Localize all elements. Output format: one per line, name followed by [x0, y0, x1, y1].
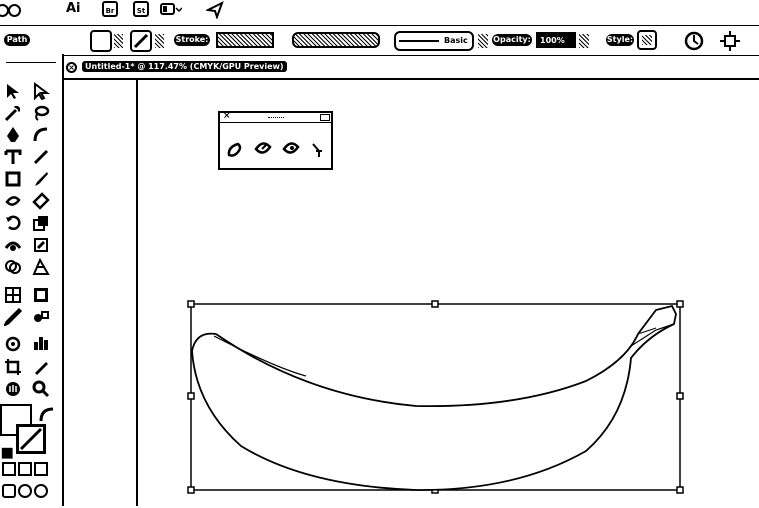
paintbrush-tool-icon[interactable] [32, 170, 50, 188]
eraser-tool-icon[interactable] [32, 192, 50, 210]
type-tool-icon[interactable] [4, 148, 22, 166]
recolor-artwork-icon[interactable] [684, 31, 704, 51]
fill-dropdown[interactable] [114, 34, 123, 48]
draw-normal-button[interactable] [2, 484, 16, 498]
graphic-style-swatch[interactable] [637, 30, 657, 50]
stock-button[interactable]: St [133, 1, 149, 17]
panel-grip [268, 117, 284, 120]
handle-top-left[interactable] [187, 300, 195, 308]
selection-tool-icon[interactable] [4, 82, 22, 100]
tools-panel-header[interactable] [6, 54, 56, 63]
color-mode-button[interactable] [2, 462, 16, 476]
smooth-tool-icon[interactable] [282, 139, 300, 157]
swap-fill-stroke-icon[interactable] [38, 406, 54, 422]
none-mode-button[interactable] [34, 462, 48, 476]
floating-tools-panel[interactable]: × [218, 111, 333, 170]
stroke-dropdown[interactable] [155, 34, 164, 48]
artboard-tool-icon[interactable] [4, 358, 22, 376]
opacity-field[interactable]: 100% [536, 32, 576, 48]
zoom-tool-icon[interactable] [32, 380, 50, 398]
none-slash-icon [19, 427, 43, 451]
stroke-color-swatch[interactable] [16, 424, 46, 454]
document-tab-title: Untitled-1* @ 117.47% (CMYK/GPU Preview) [82, 61, 287, 72]
shaper-brush-tool-icon[interactable] [254, 139, 272, 157]
column-graph-tool-icon[interactable] [32, 334, 50, 352]
path-eraser-tool-icon[interactable] [308, 141, 326, 159]
align-options-icon[interactable] [720, 31, 740, 51]
draw-inside-button[interactable] [34, 484, 48, 498]
style-label: Style: [606, 34, 634, 46]
handle-middle-left[interactable] [187, 392, 195, 400]
handle-top-right[interactable] [676, 300, 684, 308]
default-fill-stroke-icon[interactable] [0, 446, 13, 459]
free-transform-tool-icon[interactable] [32, 236, 50, 254]
symbol-sprayer-tool-icon[interactable] [4, 334, 22, 352]
stroke-slash-icon [133, 33, 149, 49]
banana-artwork[interactable] [186, 296, 686, 494]
pen-tool-icon[interactable] [4, 126, 22, 144]
variable-width-dropdown[interactable] [292, 32, 380, 48]
rotate-tool-icon[interactable] [4, 214, 22, 232]
workspace-switcher-icon[interactable] [160, 3, 182, 15]
tools-panel [0, 54, 64, 506]
application-bar: Ai Br St [0, 0, 759, 22]
hand-tool-icon[interactable] [4, 380, 22, 398]
panel-collapse-icon[interactable] [320, 114, 330, 121]
share-icon[interactable] [206, 1, 224, 19]
draw-behind-button[interactable] [18, 484, 32, 498]
gradient-mode-button[interactable] [18, 462, 32, 476]
brush-definition-dropdown[interactable]: Basic [394, 31, 474, 51]
close-tab-icon[interactable]: × [66, 62, 77, 73]
stroke-label[interactable]: Stroke: [174, 34, 210, 46]
direct-selection-tool-icon[interactable] [32, 82, 50, 101]
handle-top-center[interactable] [431, 300, 439, 308]
curvature-tool-icon[interactable] [32, 126, 50, 144]
blob-brush-tool-icon[interactable] [226, 141, 244, 159]
opacity-label[interactable]: Opacity: [492, 34, 532, 46]
handle-middle-right[interactable] [676, 392, 684, 400]
close-icon[interactable]: × [223, 111, 231, 121]
shaper-tool-icon[interactable] [4, 192, 22, 210]
brush-stroke-icon [399, 40, 439, 42]
eyedropper-tool-icon[interactable] [2, 307, 23, 328]
stroke-swatch[interactable] [130, 30, 152, 52]
handle-bottom-right[interactable] [676, 486, 684, 494]
magic-wand-tool-icon[interactable] [4, 104, 22, 122]
control-bar: Path Stroke: Basic Opacity: 100% Style: [0, 25, 759, 56]
slice-tool-icon[interactable] [32, 358, 50, 376]
banana-outline [191, 304, 677, 491]
handle-bottom-left[interactable] [187, 486, 195, 494]
gradient-tool-icon[interactable] [32, 286, 50, 304]
brush-options[interactable] [478, 34, 488, 48]
window-control-icon[interactable] [8, 4, 21, 17]
fill-swatch[interactable] [90, 30, 112, 52]
brush-label: Basic [444, 36, 468, 45]
scale-tool-icon[interactable] [32, 214, 50, 232]
rectangle-tool-icon[interactable] [4, 170, 22, 188]
opacity-value: 100% [540, 36, 565, 45]
lasso-tool-icon[interactable] [32, 104, 50, 122]
bridge-button[interactable]: Br [102, 1, 118, 17]
artboard-edge [136, 80, 138, 506]
blend-tool-icon[interactable] [32, 308, 50, 326]
selection-type-label: Path [4, 34, 30, 46]
document-tab[interactable]: × Untitled-1* @ 117.47% (CMYK/GPU Previe… [64, 59, 298, 77]
floating-panel-header[interactable]: × [220, 111, 331, 123]
opacity-dropdown[interactable] [579, 34, 589, 48]
shape-builder-tool-icon[interactable] [4, 258, 22, 276]
stroke-weight-field[interactable] [216, 32, 274, 48]
line-tool-icon[interactable] [32, 148, 50, 166]
width-tool-icon[interactable] [4, 236, 22, 254]
app-logo: Ai [66, 1, 81, 16]
mesh-tool-icon[interactable] [4, 286, 22, 304]
perspective-grid-tool-icon[interactable] [32, 257, 50, 276]
